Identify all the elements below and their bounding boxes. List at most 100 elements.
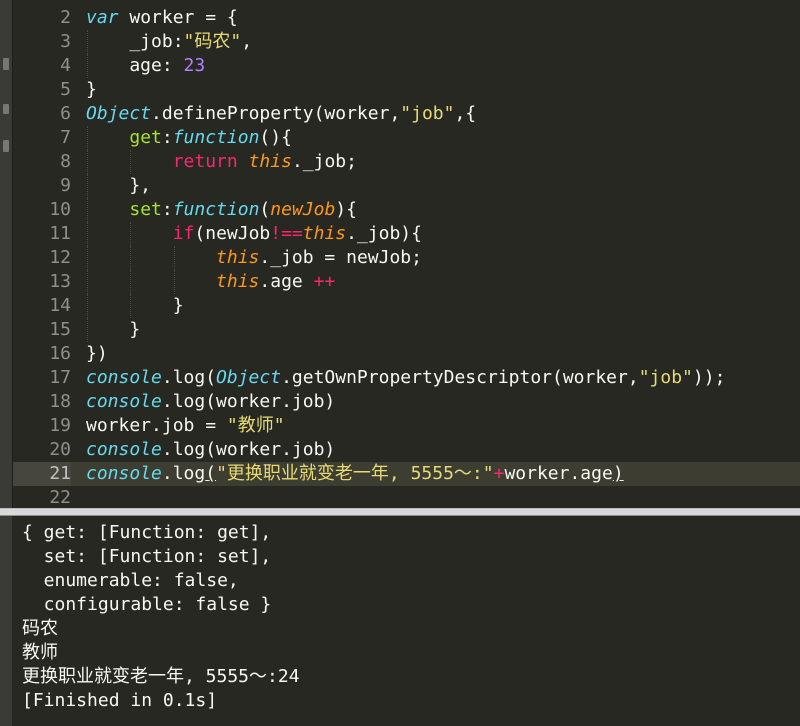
console-edge <box>0 516 12 726</box>
sidebar-marker <box>3 58 9 70</box>
code-line[interactable]: 22 <box>13 486 800 508</box>
code-token: _job: <box>86 31 184 52</box>
code-token: Object <box>86 103 152 124</box>
code-token: ){ <box>335 199 357 220</box>
code-line[interactable]: 12 this._job = newJob; <box>13 246 800 270</box>
code-line[interactable]: 4 age: 23 <box>13 54 800 78</box>
code-token: .log <box>161 463 206 484</box>
code-line[interactable]: 21 console.log("更换职业就变老一年, 5555～:"+worker… <box>13 462 800 486</box>
code-token: this <box>216 247 260 268</box>
panel-divider[interactable] <box>0 508 800 516</box>
code-token: .getOwnPropertyDescriptor(worker, <box>281 367 639 388</box>
console-output-line: set: [Function: set], <box>22 546 272 567</box>
line-number: 19 <box>49 415 71 436</box>
line-number: 12 <box>49 247 71 268</box>
code-token: ) <box>612 463 624 484</box>
code-line[interactable]: 11 if(newJob!==this._job){ <box>13 222 800 246</box>
code-token: : <box>161 199 173 220</box>
code-token: .defineProperty(worker, <box>151 103 401 124</box>
code-text: age: 23 <box>86 54 205 78</box>
line-number: 14 <box>49 295 71 316</box>
code-token: }, <box>86 175 152 196</box>
code-text: get:function(){ <box>86 126 292 150</box>
code-token: function <box>172 199 260 220</box>
code-line[interactable]: 5} <box>13 78 800 102</box>
code-token: set <box>129 199 162 220</box>
line-number: 4 <box>60 55 71 76</box>
console-output-line: { get: [Function: get], <box>22 522 272 543</box>
line-number: 18 <box>49 391 71 412</box>
code-token: } <box>86 295 184 316</box>
sidebar-marker <box>3 104 9 114</box>
code-line[interactable]: 16}) <box>13 342 800 366</box>
line-number: 3 <box>60 31 71 52</box>
console-output-line: 教师 <box>22 642 58 663</box>
code-token: ._job = newJob; <box>259 247 422 268</box>
code-token: console <box>86 367 162 388</box>
line-number: 15 <box>49 319 71 340</box>
code-token: get <box>129 127 162 148</box>
code-line[interactable]: 19 worker.job = "教师" <box>13 414 800 438</box>
code-line[interactable]: 7 get:function(){ <box>13 126 800 150</box>
code-token: newJob <box>270 199 336 220</box>
line-number: 20 <box>49 439 71 460</box>
code-line[interactable]: 3 _job:"码农", <box>13 30 800 54</box>
code-token: "job" <box>400 103 455 124</box>
code-line[interactable]: 17 console.log(Object.getOwnPropertyDescr… <box>13 366 800 390</box>
code-line[interactable]: 10 set:function(newJob){ <box>13 198 800 222</box>
code-text: console.log(worker.job) <box>86 390 335 414</box>
code-text: var worker = { <box>86 6 238 30</box>
code-token: ._job; <box>291 151 357 172</box>
code-text: return this._job; <box>86 150 357 174</box>
console-output-line: enumerable: false, <box>22 570 239 591</box>
code-line[interactable]: 6 Object.defineProperty(worker,"job",{ <box>13 102 800 126</box>
code-token: 23 <box>183 55 206 76</box>
code-token: console <box>86 391 162 412</box>
line-number: 16 <box>49 343 71 364</box>
line-number: 5 <box>60 79 71 100</box>
code-line[interactable]: 13 this.age ++ <box>13 270 800 294</box>
code-line[interactable]: 20 console.log(worker.job) <box>13 438 800 462</box>
code-line[interactable]: 18 console.log(worker.job) <box>13 390 800 414</box>
code-line[interactable]: 9 }, <box>13 174 800 198</box>
code-text: }, <box>86 174 151 198</box>
code-line[interactable]: 14 } <box>13 294 800 318</box>
code-token: "job" <box>638 367 693 388</box>
code-text: } <box>86 318 140 342</box>
code-token: "教师" <box>226 415 285 436</box>
line-number: 10 <box>49 199 71 220</box>
code-text: this.age ++ <box>86 270 335 294</box>
code-token: function <box>172 127 260 148</box>
code-token: age: <box>86 55 184 76</box>
console-output-line: [Finished in 0.1s] <box>22 690 218 711</box>
code-token: : <box>161 127 173 148</box>
code-token: console <box>86 439 162 460</box>
code-text: this._job = newJob; <box>86 246 422 270</box>
code-text: } <box>86 294 184 318</box>
line-number: 13 <box>49 271 71 292</box>
code-editor[interactable]: 2 var worker = {3 _job:"码农", 4 age: 23 5} 6 O… <box>13 0 800 508</box>
code-text: _job:"码农", <box>86 30 252 54</box>
code-token: } <box>86 79 97 100</box>
sidebar-marker <box>3 140 9 152</box>
code-token: "更换职业就变老一年, 5555～:" <box>216 463 494 484</box>
code-token: console <box>86 463 162 484</box>
code-line[interactable]: 8 return this._job; <box>13 150 800 174</box>
code-text: }) <box>86 342 108 366</box>
code-token: return <box>172 151 238 172</box>
code-line[interactable]: 15 } <box>13 318 800 342</box>
code-line[interactable]: 2 var worker = { <box>13 6 800 30</box>
line-number: 2 <box>60 7 71 28</box>
code-text: worker.job = "教师" <box>86 414 285 438</box>
code-text: } <box>86 78 97 102</box>
line-number: 6 <box>60 103 71 124</box>
code-token: worker = { <box>118 7 238 28</box>
code-token: worker.job = <box>86 415 227 436</box>
sidebar-edge[interactable] <box>0 0 13 508</box>
